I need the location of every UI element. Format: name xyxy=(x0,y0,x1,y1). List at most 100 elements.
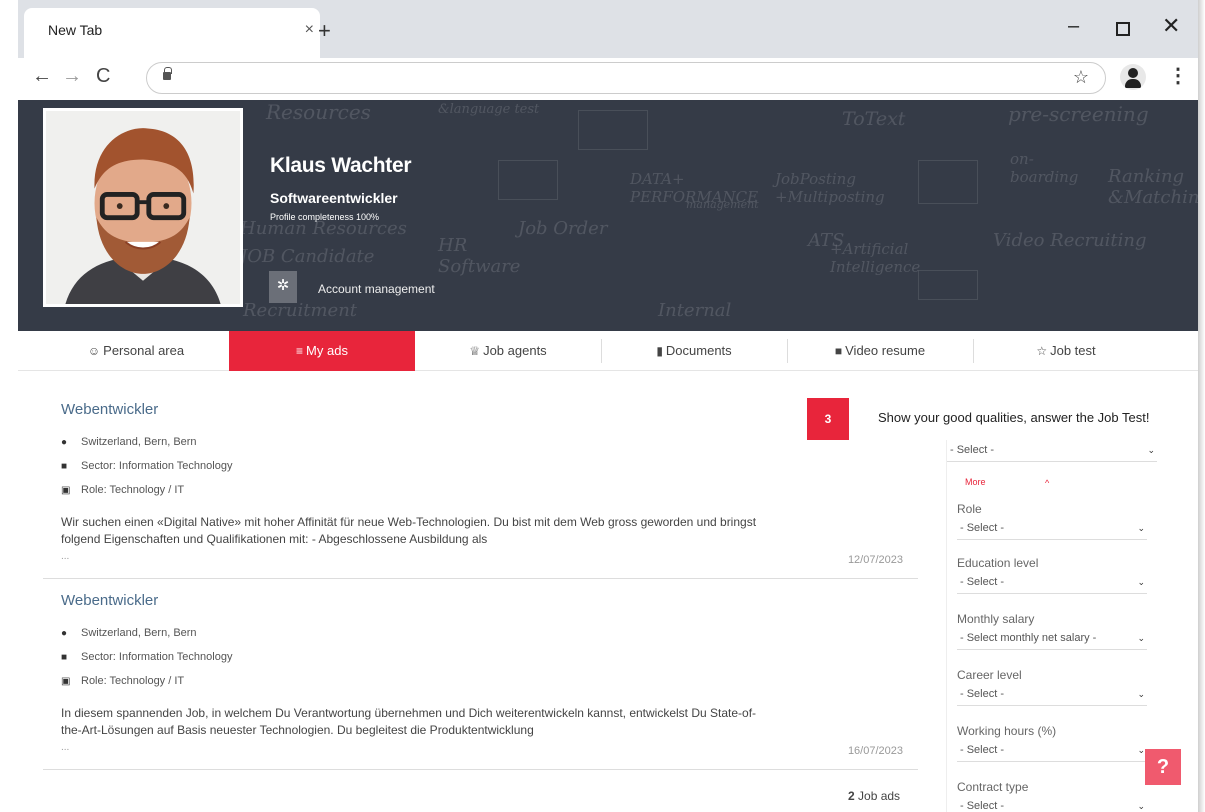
job-ad-description: Wir suchen einen «Digital Native» mit ho… xyxy=(61,515,757,546)
job-ad-ellipsis: ... xyxy=(61,742,70,753)
job-test-prompt[interactable]: Show your good qualities, answer the Job… xyxy=(878,410,1149,425)
gear-icon[interactable]: ✲ xyxy=(269,271,297,303)
more-filters-link[interactable]: More xyxy=(965,477,986,487)
job-ad-location: ● Switzerland, Bern, Bern xyxy=(61,436,197,448)
tab-label: Documents xyxy=(665,343,732,358)
filter-select[interactable]: - Select - ⌄ xyxy=(947,440,1157,462)
profile-completeness: Profile completeness 100% xyxy=(270,212,380,222)
salary-select[interactable]: - Select monthly net salary - ⌄ xyxy=(957,628,1147,650)
bg-doodle: Video Recruiting xyxy=(993,230,1147,251)
bg-doodle-box xyxy=(918,270,978,300)
role-select[interactable]: - Select - ⌄ xyxy=(957,518,1147,540)
job-ad-title[interactable]: Webentwickler xyxy=(61,592,158,609)
tab-personal-area[interactable]: ☺ Personal area xyxy=(43,331,229,371)
bg-doodle-box xyxy=(578,110,648,150)
career-select[interactable]: - Select - ⌄ xyxy=(957,684,1147,706)
tab-close-icon[interactable]: × xyxy=(305,21,314,39)
bg-doodle: HR Software xyxy=(438,235,521,277)
chevron-up-icon[interactable]: ^ xyxy=(1045,478,1049,488)
select-value: - Select - xyxy=(960,688,1005,700)
bookmark-star-icon[interactable]: ☆ xyxy=(1073,67,1089,88)
profile-name: Klaus Wachter xyxy=(270,154,412,177)
bg-doodle: ToText xyxy=(842,108,906,130)
window-shadow xyxy=(1198,0,1205,812)
job-ad[interactable]: Webentwickler ● Switzerland, Bern, Bern ■… xyxy=(43,398,918,579)
sector-text: Sector: Information Technology xyxy=(81,651,233,663)
bg-doodle: JobPosting +Multiposting xyxy=(775,170,885,206)
job-ad-role: ▣ Role: Technology / IT xyxy=(61,484,184,496)
job-ad-ellipsis: ... xyxy=(61,551,70,562)
new-tab-button[interactable]: + xyxy=(318,20,331,42)
chevron-down-icon: ⌄ xyxy=(1137,745,1145,755)
select-value: - Select - xyxy=(950,444,995,456)
location-text: Switzerland, Bern, Bern xyxy=(81,436,197,448)
minimize-button[interactable]: – xyxy=(1068,16,1079,36)
browser-toolbar: ← → C ☆ ⋮ xyxy=(18,58,1198,100)
filter-label-career: Career level xyxy=(957,668,1022,682)
select-value: - Select - xyxy=(960,576,1005,588)
account-management-link[interactable]: Account management xyxy=(318,282,435,296)
help-button[interactable]: ? xyxy=(1145,749,1181,785)
tab-job-test[interactable]: ☆ Job test xyxy=(973,331,1159,371)
tab-new-tab[interactable]: New Tab × xyxy=(24,8,320,58)
job-ad-description: In diesem spannenden Job, in welchem Du … xyxy=(61,706,757,737)
contract-type-select[interactable]: - Select - ⌄ xyxy=(957,796,1147,812)
tab-my-ads[interactable]: ≡ My ads xyxy=(229,331,415,371)
profile-header: Resources &language test pre-screening T… xyxy=(18,100,1198,331)
tab-job-agents[interactable]: ♕ Job agents xyxy=(415,331,601,371)
bg-doodle: management xyxy=(686,198,759,211)
lock-icon xyxy=(163,67,172,80)
profile-photo-image xyxy=(46,111,240,304)
list-icon: ≡ xyxy=(296,344,304,358)
bg-doodle: pre-screening xyxy=(1008,102,1149,126)
job-ad-role: ▣ Role: Technology / IT xyxy=(61,675,184,687)
page: Resources &language test pre-screening T… xyxy=(18,100,1198,812)
profile-title: Softwareentwickler xyxy=(270,190,398,206)
back-button[interactable]: ← xyxy=(32,64,52,88)
clipboard-icon: ▮ xyxy=(656,344,663,358)
job-ad-title[interactable]: Webentwickler xyxy=(61,401,158,418)
star-icon: ☆ xyxy=(1036,344,1048,358)
job-ad-date: 16/07/2023 xyxy=(847,745,903,757)
briefcase-icon: ■ xyxy=(61,461,68,472)
tab-video-resume[interactable]: ■ Video resume xyxy=(787,331,973,371)
forward-button[interactable]: → xyxy=(62,64,82,88)
trophy-icon: ♕ xyxy=(469,344,481,358)
bg-doodle: Internal xyxy=(658,300,732,321)
address-bar[interactable]: ☆ xyxy=(146,62,1106,94)
maximize-button[interactable] xyxy=(1116,22,1130,36)
map-pin-icon: ● xyxy=(61,437,68,448)
tab-label: Job agents xyxy=(483,343,547,358)
role-text: Role: Technology / IT xyxy=(81,675,185,687)
working-hours-select[interactable]: - Select - ⌄ xyxy=(957,740,1147,762)
education-select[interactable]: - Select - ⌄ xyxy=(957,572,1147,594)
select-value: - Select - xyxy=(960,744,1005,756)
browser-menu-icon[interactable]: ⋮ xyxy=(1168,64,1188,88)
tab-documents[interactable]: ▮ Documents xyxy=(601,331,787,371)
filter-panel: - Select - ⌄ More ^ Role - Select - ⌄ Educ… xyxy=(946,440,1160,812)
job-ad-date: 12/07/2023 xyxy=(847,554,903,566)
tab-label: Job test xyxy=(1050,343,1096,358)
bg-doodle-box xyxy=(498,160,558,200)
select-value: - Select - xyxy=(960,800,1005,812)
map-pin-icon: ● xyxy=(61,628,68,639)
job-test-badge[interactable]: 3 xyxy=(807,398,849,440)
smile-icon: ☺ xyxy=(87,344,101,358)
select-value: - Select - xyxy=(960,522,1005,534)
filter-label-education: Education level xyxy=(957,556,1039,570)
reload-button[interactable]: C xyxy=(96,64,110,88)
role-text: Role: Technology / IT xyxy=(81,484,185,496)
close-window-button[interactable]: ✕ xyxy=(1162,15,1180,37)
job-ads-count-number: 2 xyxy=(848,789,855,803)
tab-label: Video resume xyxy=(845,343,926,358)
bg-doodle: Job Order xyxy=(518,218,608,239)
filter-label-contract: Contract type xyxy=(957,780,1029,794)
chevron-down-icon: ⌄ xyxy=(1137,633,1145,643)
job-ad[interactable]: Webentwickler ● Switzerland, Bern, Bern ■… xyxy=(43,589,918,770)
bg-doodle: Ranking &Matching xyxy=(1108,166,1198,208)
browser-chrome: New Tab × + – ✕ ← → C ☆ ⋮ xyxy=(18,0,1198,100)
user-avatar-icon[interactable] xyxy=(1120,64,1146,90)
tab-label: My ads xyxy=(306,343,348,358)
bg-doodle: &language test xyxy=(438,102,540,117)
tab-strip: New Tab × + – ✕ xyxy=(18,0,1198,58)
